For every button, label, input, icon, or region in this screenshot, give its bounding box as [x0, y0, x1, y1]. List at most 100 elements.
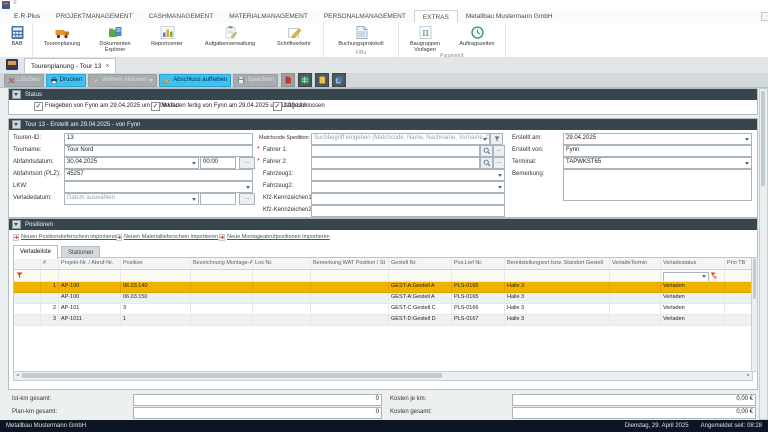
- ribbon-item-aufgabenverwaltung[interactable]: Aufgabenverwaltung: [194, 24, 266, 53]
- column-header[interactable]: Gestell Nr.: [389, 258, 452, 269]
- matchcode-filter-button[interactable]: [490, 133, 503, 145]
- status-panel-header[interactable]: Status: [9, 89, 757, 100]
- fahrer2-field[interactable]: [311, 157, 480, 169]
- ribbon-item-dokumenten-explorer[interactable]: Dokumenten Explorer: [90, 24, 140, 53]
- ribbon-item-bab[interactable]: BAB: [3, 24, 31, 50]
- import-montageabruf-link[interactable]: Neue Montageabrufpositionen importieren: [227, 234, 330, 240]
- import-positionslieferschein-link[interactable]: Neuen Positionslieferschein importieren: [21, 234, 118, 240]
- filter-cell[interactable]: [311, 270, 389, 281]
- abfahrtsort-field[interactable]: 45257: [64, 169, 253, 181]
- import-materiallieferschein-link[interactable]: Neuen Materiallieferschein importieren: [124, 234, 218, 240]
- fahrer2-search-button[interactable]: [480, 157, 493, 169]
- kfz-kennzeichen2-field[interactable]: [311, 205, 505, 217]
- pdf-export-button[interactable]: [281, 73, 295, 87]
- filter-cell[interactable]: [253, 270, 311, 281]
- save-button[interactable]: Speichern: [233, 74, 278, 87]
- touren-id-field[interactable]: 13: [64, 133, 253, 145]
- completed-checkbox[interactable]: [273, 102, 282, 111]
- scrollbar-thumb[interactable]: [761, 91, 765, 186]
- scroll-left-icon[interactable]: [16, 374, 19, 376]
- filter-icon[interactable]: [16, 272, 23, 279]
- abfahrtszeit-field[interactable]: 00:00: [200, 157, 236, 169]
- table-row[interactable]: AP-100 06.03.150 GEST-A:Gestell A PLS-01…: [14, 293, 752, 304]
- erstellt-von-field[interactable]: Fynn: [563, 145, 752, 157]
- terminal-field[interactable]: TAPWKST65: [563, 157, 752, 169]
- filter-cell[interactable]: [389, 270, 452, 281]
- fahrer1-browse-button[interactable]: [493, 145, 505, 157]
- verladestatus-filter-combobox[interactable]: [663, 272, 709, 282]
- tab-verladeliste[interactable]: Verladeliste: [13, 245, 58, 259]
- filter-cell[interactable]: [725, 270, 753, 281]
- column-header[interactable]: Position: [121, 258, 191, 269]
- abfahrtsdatum-field[interactable]: 30.04.2025: [64, 157, 199, 169]
- ribbon-tab-materialmanagement[interactable]: MATERIALMANAGEMENT: [221, 10, 316, 23]
- column-header[interactable]: Projekt-Nr. / Abruf-Nr.: [59, 258, 121, 269]
- collapse-icon[interactable]: [12, 220, 21, 229]
- reopen-button[interactable]: Abschluss aufheben: [159, 74, 231, 87]
- filter-cell[interactable]: [452, 270, 505, 281]
- verladedatum-browse-button[interactable]: [239, 193, 255, 205]
- copy-export-button[interactable]: [332, 73, 346, 87]
- column-header[interactable]: VerladeTermin: [610, 258, 661, 269]
- column-header[interactable]: Bemerkung WAT Position / St: [311, 258, 389, 269]
- table-horizontal-scrollbar[interactable]: [13, 371, 753, 381]
- document-export-button[interactable]: [315, 73, 329, 87]
- ribbon-tab-personalmanagement[interactable]: PERSONALMANAGEMENT: [316, 10, 414, 23]
- more-actions-button[interactable]: Weitere Aktionen: [88, 74, 157, 87]
- fahrzeug2-field[interactable]: [311, 181, 505, 193]
- table-row[interactable]: 3 AP-1011 1 GEST-D:Gestell D PLS-0167 Ha…: [14, 315, 752, 326]
- filter-cell[interactable]: [661, 270, 725, 281]
- table-row[interactable]: 2 AP-101 3 GEST-C:Gestell C PLS-0166 Hal…: [14, 304, 752, 315]
- ist-km-field[interactable]: 0: [133, 394, 382, 406]
- main-vertical-scrollbar[interactable]: [759, 88, 768, 420]
- fahrer1-field[interactable]: [311, 145, 480, 157]
- filter-cell[interactable]: [505, 270, 610, 281]
- scroll-right-icon[interactable]: [747, 374, 750, 376]
- erstellt-am-field[interactable]: 29.04.2025: [563, 133, 752, 145]
- ribbon-tab-cashmanagement[interactable]: CASHMANAGEMENT: [141, 10, 222, 23]
- kfz-kennzeichen1-field[interactable]: [311, 193, 505, 205]
- plan-km-field[interactable]: 0: [133, 407, 382, 419]
- column-header[interactable]: Bezeichnung Montage-Ab: [191, 258, 253, 269]
- tourname-field[interactable]: Tour Nord: [64, 145, 253, 157]
- column-header[interactable]: Pos.Lief Nr.: [452, 258, 505, 269]
- ribbon-tab-projektmanagement[interactable]: PROJEKTMANAGEMENT: [48, 10, 141, 23]
- column-header[interactable]: #: [41, 258, 59, 269]
- bemerkung-field[interactable]: [563, 169, 752, 201]
- document-tab-tourenplanung[interactable]: Tourenplanung - Tour 13 ×: [24, 58, 116, 74]
- filter-cell[interactable]: [610, 270, 661, 281]
- ribbon-collapse-icon[interactable]: [761, 12, 768, 21]
- ribbon-item-schriftverkehr[interactable]: Schriftverkehr: [266, 24, 322, 53]
- excel-export-button[interactable]: [298, 73, 312, 87]
- clear-filter-icon[interactable]: [710, 272, 717, 279]
- close-icon[interactable]: ×: [105, 63, 109, 70]
- fahrzeug1-field[interactable]: [311, 169, 505, 181]
- column-header[interactable]: Verladestatus: [661, 258, 725, 269]
- scrollbar-thumb[interactable]: [22, 373, 442, 378]
- verladezeit-field[interactable]: [200, 193, 236, 205]
- print-button[interactable]: Drucken: [46, 74, 86, 87]
- table-vertical-scrollbar[interactable]: [751, 257, 758, 372]
- ribbon-item-reportcenter[interactable]: Reportcenter: [140, 24, 194, 53]
- filter-cell[interactable]: [191, 270, 253, 281]
- verladedatum-field[interactable]: Datum auswählen: [64, 193, 199, 205]
- fahrer1-search-button[interactable]: [480, 145, 493, 157]
- quick-access-menu-icon[interactable]: ≡: [13, 0, 17, 6]
- scrollbar-thumb[interactable]: [753, 259, 756, 299]
- abfahrtsdatum-browse-button[interactable]: [239, 157, 255, 169]
- loading-done-checkbox[interactable]: [151, 102, 160, 111]
- tour-panel-header[interactable]: Tour 13 - Erstellt am 29.04.2025 - von F…: [9, 119, 757, 130]
- ribbon-tab-extras[interactable]: EXTRAS: [414, 10, 458, 24]
- ribbon-item-buchungsprotokoll[interactable]: Buchungsprotokoll: [325, 24, 397, 50]
- kosten-je-km-field[interactable]: 0,00 €: [512, 394, 756, 406]
- lkw-field[interactable]: [64, 181, 253, 193]
- filter-cell[interactable]: [121, 270, 191, 281]
- ribbon-item-tourenplanung[interactable]: Tourenplanung: [34, 24, 90, 53]
- collapse-icon[interactable]: [12, 120, 21, 129]
- column-header[interactable]: Bereitstellungsort bzw. Standort Gestell: [505, 258, 610, 269]
- ribbon-item-auftragszeiten[interactable]: Auftragszeiten: [450, 24, 504, 53]
- column-header[interactable]: Prio TB: [725, 258, 753, 269]
- delete-button[interactable]: Löschen: [4, 74, 44, 87]
- ribbon-tab-erplus[interactable]: E·R·Plus: [6, 10, 48, 23]
- filter-cell[interactable]: [59, 270, 121, 281]
